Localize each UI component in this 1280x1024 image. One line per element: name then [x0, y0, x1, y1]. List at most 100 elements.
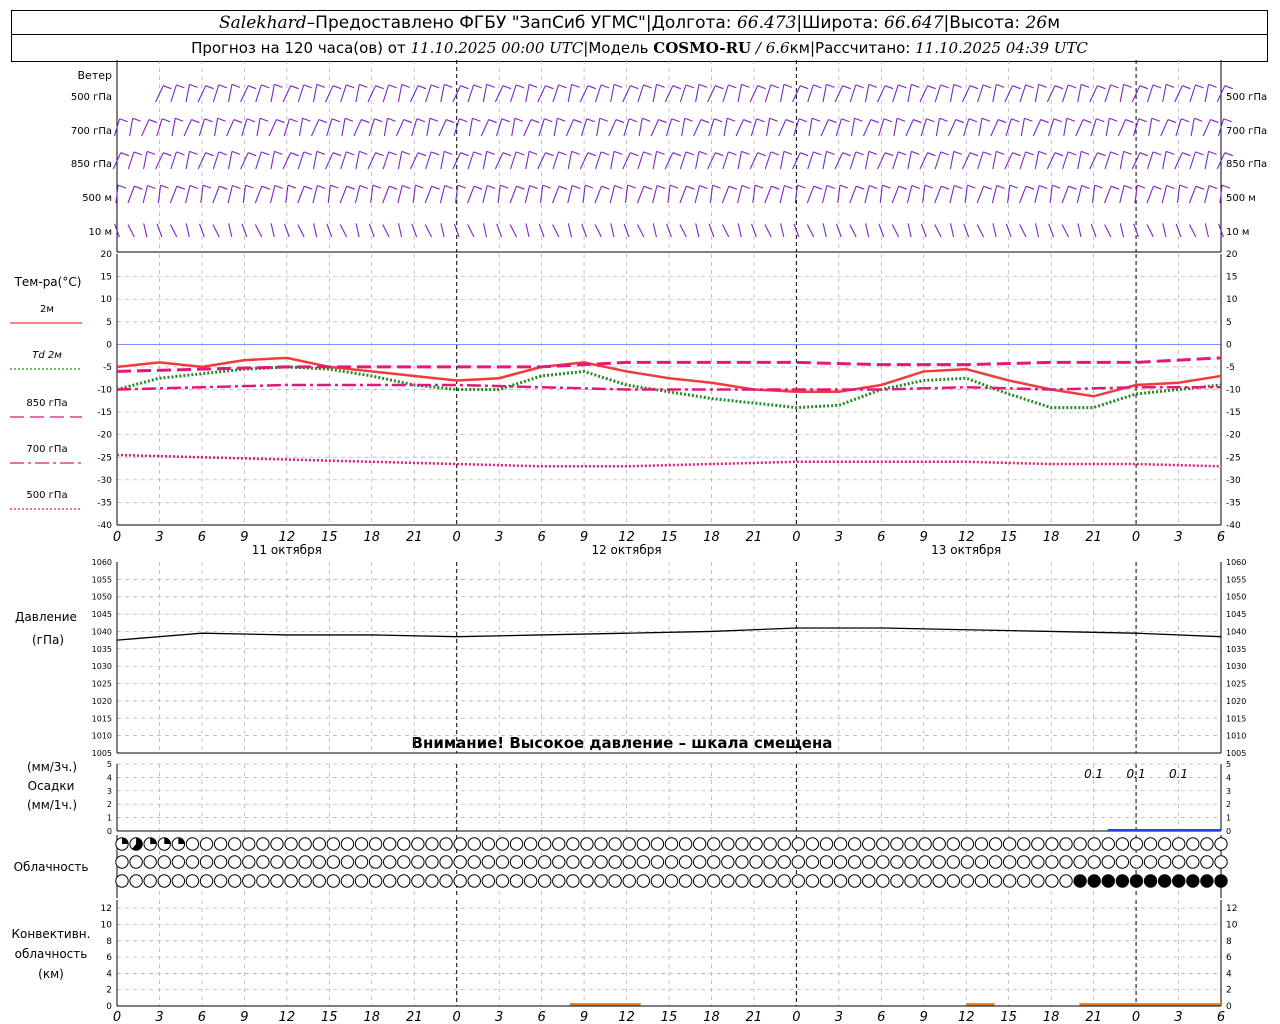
wind-barb-flag [868, 83, 878, 88]
cloud-symbol [185, 855, 200, 869]
temp-xtick: 3 [155, 530, 163, 545]
wind-barb-flag [502, 152, 512, 157]
wind-barb [878, 223, 885, 238]
cloud-symbol [847, 874, 862, 888]
wind-barb [991, 185, 998, 204]
wind-barb [523, 119, 532, 137]
cloud-symbol [312, 855, 326, 869]
cloud-symbol [481, 855, 496, 869]
cloud-symbol [256, 874, 270, 888]
wind-barb [383, 118, 389, 137]
cloud-symbol [425, 837, 439, 851]
wind-barb-flag [191, 119, 200, 124]
wind-barb [354, 185, 361, 204]
wind-barb [721, 185, 730, 204]
wind-barb-flag [856, 185, 865, 190]
wind-barb-flag [713, 118, 723, 123]
wind-barb-flag [1011, 118, 1020, 123]
cloud-symbol [1143, 837, 1158, 851]
wind-barb-flag [416, 118, 426, 123]
cloud-symbol [495, 837, 510, 851]
wind-barb-flag [261, 151, 270, 156]
wind-barb-flag [613, 150, 623, 155]
cloud-symbol [1017, 874, 1031, 888]
wind-barb [183, 119, 192, 137]
wind-barb [1062, 151, 1069, 170]
cloud-symbol [411, 855, 425, 869]
temp-ytick: -15 [97, 408, 112, 418]
conv-ytick-right: 0 [1226, 1002, 1232, 1012]
wind-barb [992, 84, 997, 103]
wind-barb [920, 223, 927, 238]
conv-ytick: 0 [106, 1002, 112, 1012]
conv-ytick-right: 8 [1226, 937, 1232, 947]
wind-barb-flag [344, 117, 354, 122]
temp-legend-label: 850 гПа [26, 398, 67, 409]
wind-barb [1034, 151, 1040, 170]
wind-barb [552, 151, 560, 170]
temp-ytick-right: -20 [1226, 431, 1241, 441]
wind-barb [679, 224, 687, 238]
cloud-symbol [270, 855, 284, 869]
pressure-ytick: 1005 [92, 749, 112, 758]
cloud-symbol [171, 855, 186, 869]
precip-ytick: 0 [107, 827, 112, 836]
wind-barb-flag [486, 185, 496, 190]
cloud-symbol [1002, 874, 1017, 888]
temp-ytick: -10 [97, 386, 112, 396]
wind-barb-flag [189, 83, 198, 88]
wind-barb-flag [402, 185, 411, 190]
wind-barb-flag [189, 185, 199, 190]
cloud-symbol [735, 874, 749, 888]
cloud-symbol [678, 855, 693, 869]
wind-barb [893, 118, 898, 137]
wind-barb [737, 185, 743, 204]
conv-cloud-area [966, 1003, 995, 1006]
wind-barb-flag [1025, 84, 1034, 89]
cloud-symbol [298, 874, 312, 888]
wind-barb [834, 85, 844, 103]
wind-barb-flag [287, 184, 297, 189]
wind-barb [934, 185, 942, 204]
wind-level-label: 700 гПа [71, 126, 112, 137]
wind-barb [341, 118, 346, 137]
wind-barb [397, 185, 403, 204]
temp-ytick-right: -15 [1226, 408, 1241, 418]
wind-barb [480, 119, 490, 137]
wind-barb [807, 84, 814, 103]
cloud-symbol [340, 874, 355, 888]
wind-barb-flag [981, 117, 991, 122]
precip-ytick-right: 5 [1226, 760, 1231, 769]
wind-barb-flag [813, 185, 822, 190]
wind-barb-flag [218, 84, 228, 89]
cloud-symbol [411, 837, 425, 851]
wind-barb [285, 185, 289, 204]
cloud-symbol [495, 855, 510, 869]
cloud-symbol [819, 837, 834, 851]
wind-barb-flag [841, 118, 850, 123]
wind-barb [355, 151, 360, 170]
wind-barb [509, 185, 518, 204]
cloud-symbol [692, 874, 707, 888]
wind-barb [610, 151, 615, 170]
cloud-symbol [453, 855, 467, 869]
wind-barb-flag [896, 117, 906, 122]
cloud-symbol [213, 837, 228, 851]
cloud-symbol [368, 855, 383, 869]
wind-panel-label: Ветер [78, 69, 112, 82]
cloud-symbol [199, 855, 214, 869]
cloud-symbol [763, 837, 777, 851]
cloud-symbol [453, 874, 467, 888]
temp-ytick-right: -5 [1226, 363, 1235, 373]
wind-barb [141, 119, 150, 137]
wind-barb [1162, 223, 1167, 238]
wind-barb-flag [161, 118, 171, 123]
cloud-symbol [918, 837, 932, 851]
wind-barb [143, 151, 148, 170]
cloud-symbol [509, 874, 524, 888]
wind-barb [1162, 84, 1167, 103]
temp-ytick-right: 20 [1226, 250, 1238, 260]
precip-ytick-right: 1 [1226, 814, 1231, 823]
wind-barb-flag [813, 84, 822, 89]
wind-barb [312, 84, 318, 103]
